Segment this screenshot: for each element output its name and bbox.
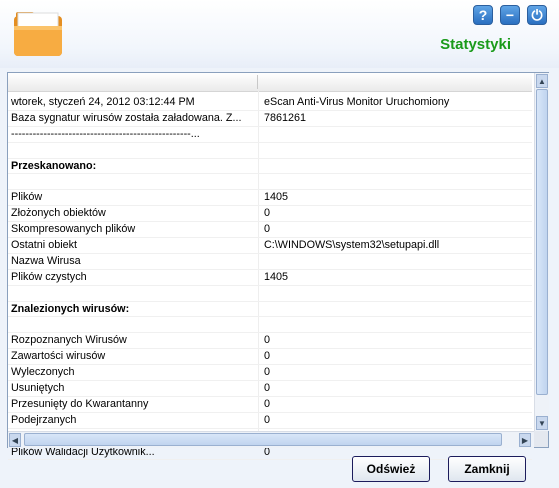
row-label: Ostatni obiekt (11, 239, 78, 252)
table-row[interactable] (8, 286, 532, 302)
row-label: Przeskanowano: (11, 159, 97, 172)
row-label: Zawartości wirusów (11, 350, 106, 363)
row-label: Skompresowanych plików (11, 223, 136, 236)
row-value: C:\WINDOWS\system32\setupapi.dll (264, 239, 440, 252)
row-label: wtorek, styczeń 24, 2012 03:12:44 PM (11, 96, 195, 108)
table-row[interactable]: Zawartości wirusów 0 (8, 349, 532, 366)
horizontal-scroll-thumb[interactable] (24, 433, 502, 446)
row-value: 1405 (264, 270, 289, 283)
table-row[interactable]: Baza sygnatur wirusów została załadowana… (8, 111, 532, 127)
row-value: 0 (264, 223, 271, 236)
row-value: 0 (264, 382, 271, 395)
vertical-scroll-thumb[interactable] (536, 89, 548, 395)
table-row[interactable]: Plików czystych 1405 (8, 270, 532, 286)
table-row[interactable]: Nazwa Wirusa (8, 254, 532, 270)
row-label: Przesunięty do Kwarantanny (11, 397, 149, 410)
table-row[interactable]: wtorek, styczeń 24, 2012 03:12:44 PM eSca… (8, 95, 532, 111)
table-row[interactable]: Usuniętych 0 (8, 381, 532, 397)
minimize-icon[interactable]: − (500, 5, 520, 25)
table-row[interactable]: Ostatni obiekt C:\WINDOWS\system32\setupa… (8, 238, 532, 254)
table-row[interactable]: Znalezionych wirusów: (8, 302, 532, 318)
close-button[interactable]: Zamknij (448, 456, 526, 482)
table-row[interactable]: Złożonych obiektów 0 (8, 206, 532, 223)
row-label: Plików (11, 191, 43, 204)
row-value: 0 (264, 350, 271, 363)
table-row[interactable] (8, 317, 532, 334)
scroll-up-arrow-icon[interactable]: ▲ (536, 74, 548, 88)
row-value: 0 (264, 413, 271, 426)
column-separator[interactable] (257, 75, 258, 89)
table-row[interactable]: Skompresowanych plików 0 (8, 222, 532, 239)
table-row[interactable]: ----------------------------------------… (8, 127, 532, 143)
horizontal-scrollbar[interactable]: ◀ ▶ (8, 431, 534, 448)
row-label: Usuniętych (11, 382, 65, 395)
scroll-right-arrow-icon[interactable]: ▶ (519, 433, 531, 447)
table-row[interactable]: Wyleczonych 0 (8, 365, 532, 382)
power-icon[interactable]: ⏻ (527, 5, 547, 25)
row-label: Plików czystych (11, 270, 87, 283)
row-value: 7861261 (264, 111, 307, 124)
header-bar: Statystyki ? − ⏻ (0, 0, 559, 68)
list-rows: wtorek, styczeń 24, 2012 03:12:44 PM eSca… (8, 95, 532, 461)
refresh-button[interactable]: Odśwież (352, 456, 430, 482)
scroll-corner (534, 431, 548, 447)
row-label: Baza sygnatur wirusów została załadowana… (11, 111, 242, 124)
row-value: eScan Anti-Virus Monitor Uruchomiony (264, 96, 450, 108)
scroll-left-arrow-icon[interactable]: ◀ (9, 433, 21, 447)
table-row[interactable]: Przesunięty do Kwarantanny 0 (8, 397, 532, 413)
help-icon[interactable]: ? (473, 5, 493, 25)
row-value: 1405 (264, 191, 289, 204)
page-title: Statystyki (440, 36, 511, 53)
row-label: Złożonych obiektów (11, 207, 106, 220)
row-label: Wyleczonych (11, 366, 75, 379)
row-label: Rozpoznanych Wirusów (11, 334, 127, 347)
scroll-down-arrow-icon[interactable]: ▼ (536, 416, 548, 430)
row-value: 0 (264, 397, 271, 410)
row-value: 0 (264, 366, 271, 379)
statistics-list: wtorek, styczeń 24, 2012 03:12:44 PM eSca… (7, 72, 549, 461)
row-label: Nazwa Wirusa (11, 254, 81, 267)
list-header (8, 73, 532, 92)
row-value: 0 (264, 207, 271, 220)
row-label: ----------------------------------------… (11, 127, 200, 140)
table-row[interactable]: Podejrzanych 0 (8, 413, 532, 429)
table-row[interactable]: Rozpoznanych Wirusów 0 (8, 333, 532, 350)
table-row[interactable] (8, 143, 532, 159)
row-label: Podejrzanych (11, 413, 77, 426)
table-row[interactable] (8, 174, 532, 191)
row-label: Znalezionych wirusów: (11, 302, 130, 315)
table-row[interactable]: Plików 1405 (8, 190, 532, 207)
table-row[interactable]: Przeskanowano: (8, 159, 532, 175)
row-value: 0 (264, 334, 271, 347)
folder-icon (14, 12, 62, 56)
vertical-scrollbar[interactable]: ▲ ▼ (534, 73, 549, 431)
